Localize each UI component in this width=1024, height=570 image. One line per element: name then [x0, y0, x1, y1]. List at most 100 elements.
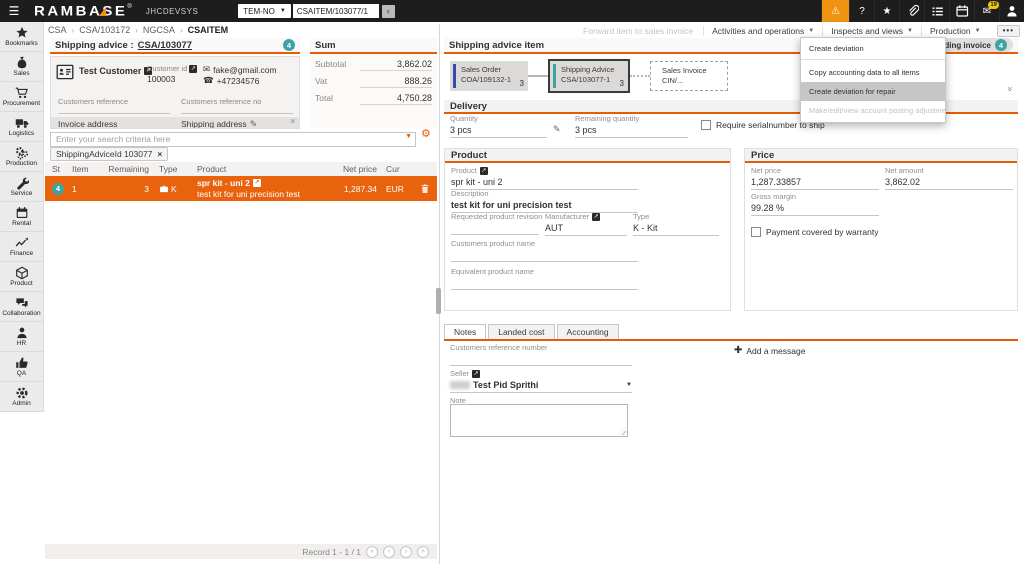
seller-dropdown[interactable]: Test Pid Sprithi ▼	[450, 378, 632, 393]
warnings-button[interactable]: ⚠	[821, 0, 849, 22]
account-button[interactable]	[999, 0, 1024, 22]
customers-product-name-value[interactable]	[451, 248, 638, 262]
sidebar-item-service[interactable]: Service	[0, 172, 43, 202]
collapse-section-chevron-icon[interactable]: »	[1006, 86, 1016, 91]
chevron-down-icon[interactable]: ▼	[405, 133, 412, 140]
wrench-icon	[15, 176, 29, 190]
breadcrumb-link[interactable]: CSA/103172	[79, 25, 130, 35]
delete-icon[interactable]	[420, 183, 430, 194]
item-row[interactable]: 4 1 3 K spr kit - uni 2 ↗ test kit for u…	[45, 176, 437, 201]
sidebar-item-label: Logistics	[9, 131, 34, 138]
next-page-button[interactable]: ›	[400, 546, 412, 558]
customer-email[interactable]: ✉ fake@gmail.com	[203, 64, 277, 75]
prev-page-button[interactable]: ‹	[383, 546, 395, 558]
flow-sales-order-box[interactable]: Sales Order COA/109132-1 3	[450, 61, 528, 91]
add-message-label: Add a message	[746, 346, 805, 356]
shipping-advice-link[interactable]: CSA/103077	[138, 40, 192, 51]
equivalent-product-name-value[interactable]	[451, 276, 638, 290]
customers-reference-field[interactable]	[58, 113, 170, 114]
money-bag-icon	[15, 56, 29, 70]
breadcrumb-link[interactable]: NGCSA	[143, 25, 175, 35]
edit-icon[interactable]: ✎	[250, 119, 258, 126]
search-input[interactable]	[50, 132, 416, 147]
inspects-views-dropdown[interactable]: Inspects and views ▼	[822, 26, 921, 36]
sidebar-item-product[interactable]: Product	[0, 262, 43, 292]
flow-sales-invoice-box[interactable]: Sales Invoice CIN/...	[650, 61, 728, 91]
cube-icon	[15, 266, 29, 280]
type-field: Type K - Kit	[633, 212, 719, 236]
sidebar-item-rental[interactable]: Rental	[0, 202, 43, 232]
sidebar-item-production[interactable]: Production	[0, 142, 43, 172]
manufacturer-value[interactable]: AUT	[545, 221, 627, 236]
menu-item-create-deviation-for-repair[interactable]: Create deviation for repair	[801, 82, 945, 101]
description-value[interactable]: test kit for uni precision test	[451, 198, 638, 213]
customers-reference-number-value[interactable]	[450, 352, 632, 366]
last-page-button[interactable]: »	[417, 546, 429, 558]
help-button[interactable]: ?	[849, 0, 874, 22]
require-serial-checkbox[interactable]	[701, 120, 711, 130]
sum-panel: Sum Subtotal 3,862.02 Vat 888.26 Total 4…	[310, 38, 437, 128]
external-link-icon[interactable]: ↗	[189, 65, 197, 73]
task-list-button[interactable]	[924, 0, 949, 22]
sidebar-item-qa[interactable]: QA	[0, 352, 43, 382]
more-actions-button[interactable]: •••	[997, 25, 1020, 37]
sidebar-item-finance[interactable]: Finance	[0, 232, 43, 262]
flow-connector	[528, 75, 548, 77]
sidebar-item-procurement[interactable]: Procurement	[0, 82, 43, 112]
sidebar-item-hr[interactable]: HR	[0, 322, 43, 352]
panel-splitter-handle[interactable]	[436, 288, 441, 314]
type-value[interactable]: K - Kit	[633, 221, 719, 236]
expand-card-chevron-icon[interactable]: »	[288, 118, 298, 123]
sidebar-item-bookmarks[interactable]: Bookmarks	[0, 22, 43, 52]
product-section-header: Product	[445, 149, 730, 163]
topbar-search-input[interactable]	[293, 4, 379, 18]
flow-shipping-advice-box[interactable]: Shipping Advice CSA/103077-1 3	[548, 59, 630, 93]
production-dropdown[interactable]: Production ▼	[921, 26, 989, 36]
product-field: Product ↗ spr kit - uni 2	[451, 166, 638, 190]
row-product-cell: spr kit - uni 2 ↗ test kit for uni preci…	[197, 178, 319, 199]
quantity-value[interactable]: 3 pcs	[450, 123, 547, 138]
search-back-button[interactable]: ‹	[382, 5, 395, 18]
breadcrumb-link[interactable]: CSA	[48, 25, 67, 35]
net-price-value[interactable]: 1,287.33857	[751, 175, 879, 190]
sidebar-item-logistics[interactable]: Logistics	[0, 112, 43, 142]
tab-landed-cost[interactable]: Landed cost	[488, 324, 554, 339]
sidebar-item-admin[interactable]: Admin	[0, 382, 43, 412]
attachments-button[interactable]	[899, 0, 924, 22]
edit-quantity-icon[interactable]: ✎	[553, 124, 561, 135]
warranty-checkbox[interactable]	[751, 227, 761, 237]
sum-row-subtotal: Subtotal 3,862.02	[315, 59, 432, 71]
logo-triangle-icon	[99, 7, 106, 16]
tab-notes[interactable]: Notes	[444, 324, 486, 339]
requested-revision-value[interactable]	[451, 221, 539, 235]
sidebar-item-label: Product	[10, 281, 32, 288]
add-message-button[interactable]: ✚ Add a message	[734, 345, 805, 356]
search-settings-gear-icon[interactable]: ⚙	[421, 129, 431, 140]
customer-phone[interactable]: ☎ +47234576	[203, 75, 259, 86]
tab-accounting[interactable]: Accounting	[557, 324, 619, 339]
note-textarea[interactable]	[450, 404, 628, 437]
menu-item-create-deviation[interactable]: Create deviation	[801, 38, 945, 60]
resize-handle-icon[interactable]	[618, 427, 626, 435]
external-link-icon[interactable]: ↗	[253, 179, 261, 187]
external-link-icon[interactable]: ↗	[472, 370, 480, 378]
calendar-button[interactable]	[949, 0, 974, 22]
field-label: Customers product name	[451, 239, 638, 248]
flow-box-color-bar	[553, 64, 556, 88]
external-link-icon[interactable]: ↗	[480, 167, 488, 175]
messages-button[interactable]: ✉ 19	[974, 0, 999, 22]
brand-text: RAMBASE	[34, 3, 127, 19]
first-page-button[interactable]: «	[366, 546, 378, 558]
external-link-icon[interactable]: ↗	[592, 213, 600, 221]
doc-type-selector[interactable]: TEM-NO ▼	[238, 4, 291, 18]
menu-item-copy-accounting-data[interactable]: Copy accounting data to all items	[801, 63, 945, 82]
sidebar-item-collaboration[interactable]: Collaboration	[0, 292, 43, 322]
product-value[interactable]: spr kit - uni 2	[451, 175, 638, 190]
remove-filter-icon[interactable]: ×	[157, 149, 162, 159]
sidebar-item-sales[interactable]: Sales	[0, 52, 43, 82]
field-label: Seller ↗	[450, 369, 632, 378]
activities-operations-dropdown[interactable]: Activities and operations ▼	[703, 26, 822, 36]
customers-reference-no-field[interactable]	[181, 113, 293, 114]
hamburger-menu-button[interactable]: ☰	[0, 0, 28, 22]
favorites-button[interactable]: ★	[874, 0, 899, 22]
